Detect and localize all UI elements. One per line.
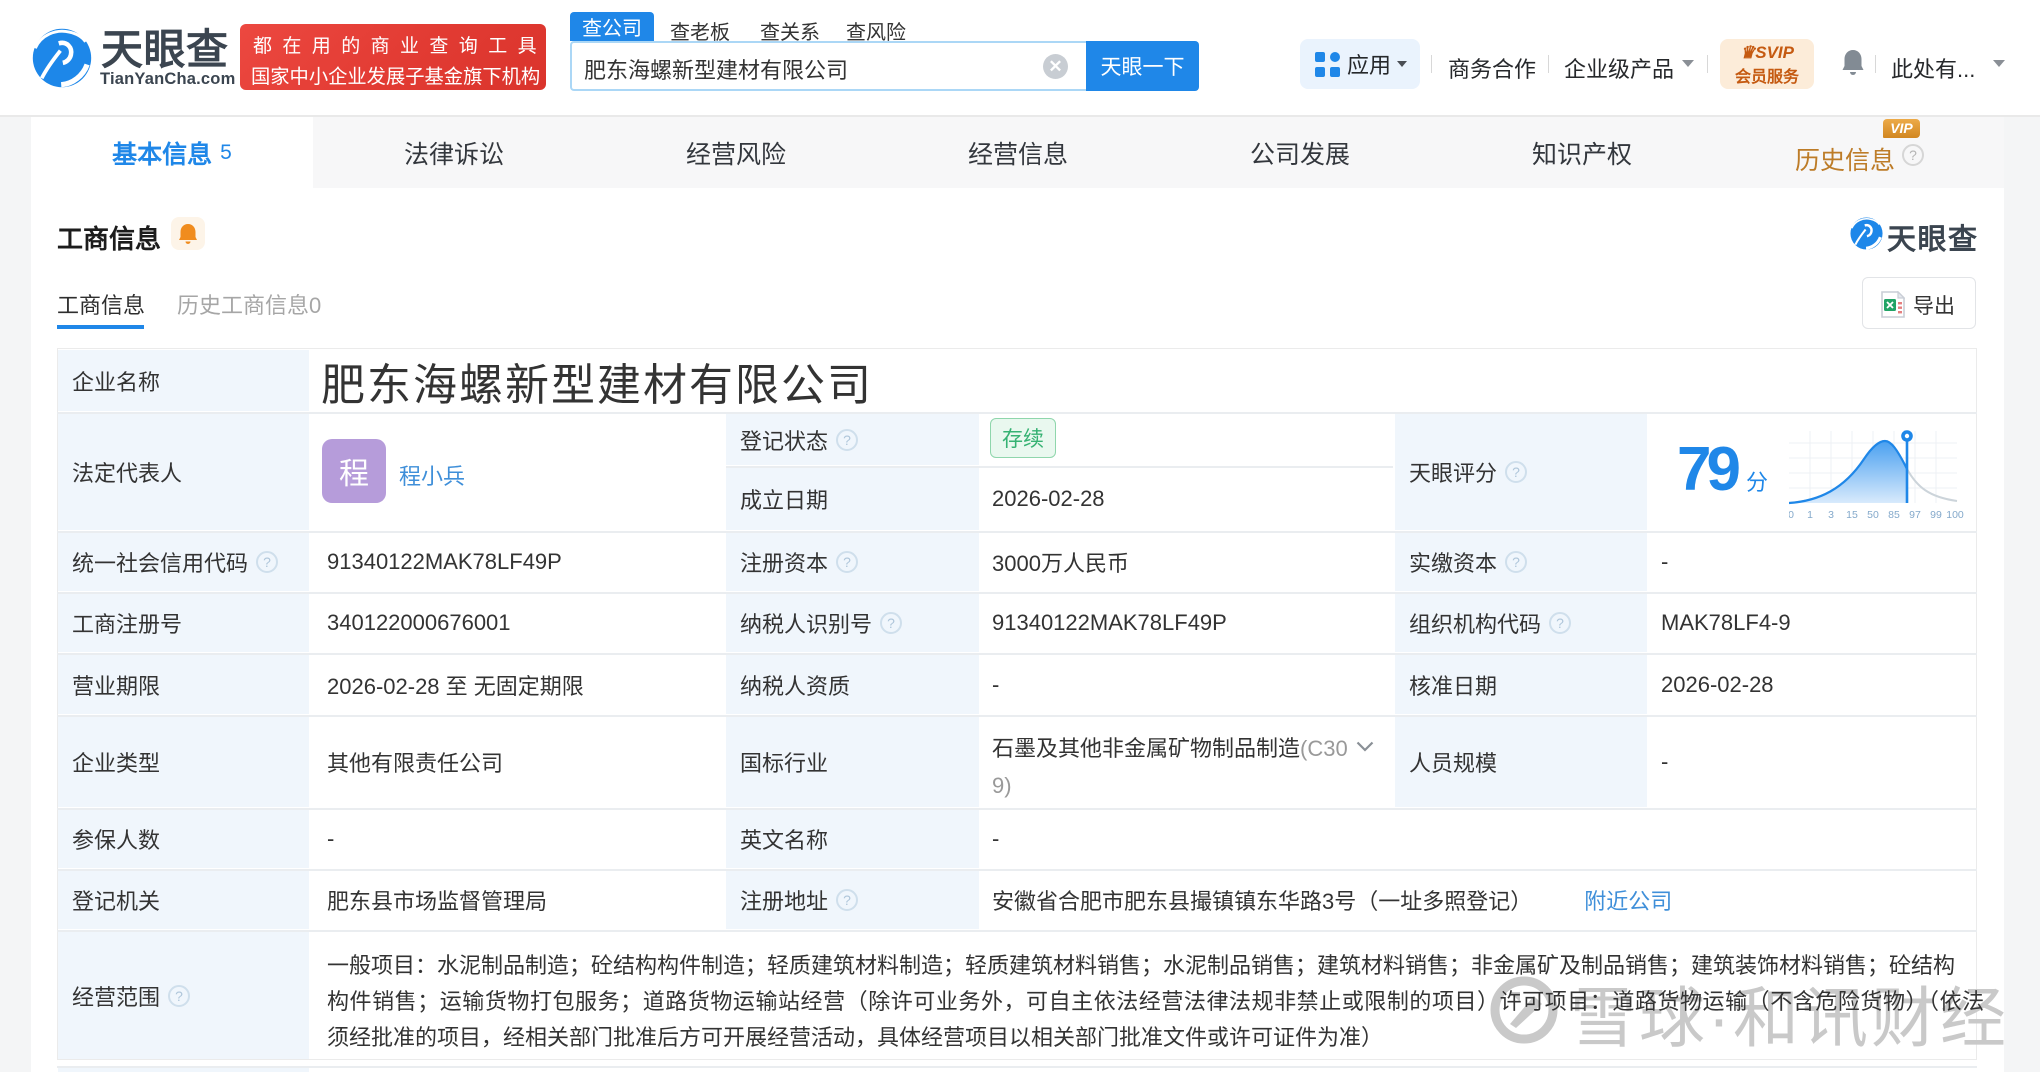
- svg-text:97: 97: [1909, 509, 1921, 521]
- svg-text:99: 99: [1930, 509, 1942, 521]
- svg-text:0: 0: [1789, 509, 1794, 521]
- svg-text:15: 15: [1846, 509, 1858, 521]
- svg-text:50: 50: [1867, 509, 1879, 521]
- svg-text:3: 3: [1828, 509, 1834, 521]
- svg-text:1: 1: [1807, 509, 1813, 521]
- svg-text:85: 85: [1888, 509, 1900, 521]
- svg-text:100: 100: [1946, 509, 1964, 521]
